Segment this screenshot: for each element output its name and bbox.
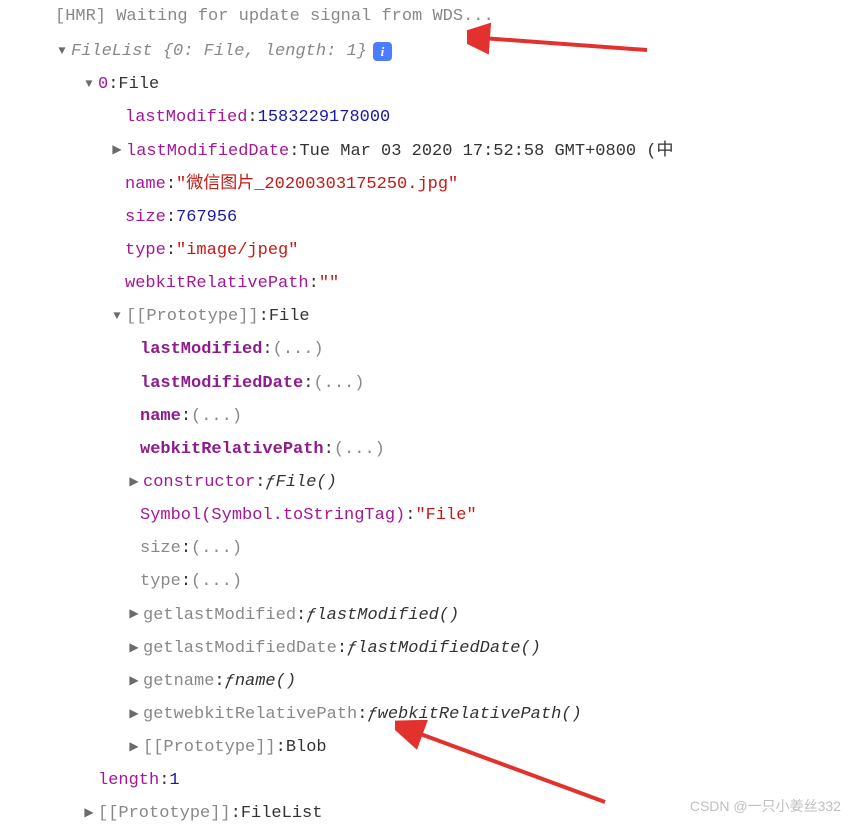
prop-value: File — [269, 300, 310, 333]
expand-toggle-right[interactable]: ▶ — [127, 736, 141, 759]
prop-lastmodifieddate[interactable]: ▶ lastModifiedDate: Tue Mar 03 2020 17:5… — [10, 135, 843, 168]
proto-constructor[interactable]: ▶ constructor: ƒ File() — [10, 466, 843, 499]
fn-f: ƒ — [306, 599, 316, 632]
prop-key: name — [140, 400, 181, 433]
getter-wrp[interactable]: ▶ get webkitRelativePath: ƒ webkitRelati… — [10, 698, 843, 731]
prop-value: Blob — [286, 731, 327, 764]
filelist-root[interactable]: ▼ FileList {0: File, length: 1} i — [10, 35, 843, 68]
prop-value: Tue Mar 03 2020 17:52:58 GMT+0800 (中 — [299, 135, 673, 168]
prop-key: [[Prototype]] — [98, 797, 231, 830]
prop-value: File — [118, 68, 159, 101]
prop-value: "" — [319, 267, 339, 300]
prototype-file[interactable]: ▼ [[Prototype]]: File — [10, 300, 843, 333]
expand-toggle-down[interactable]: ▼ — [55, 40, 69, 63]
fn-name: webkitRelativePath() — [378, 698, 582, 731]
prop-key: size — [140, 532, 181, 565]
expand-toggle-right[interactable]: ▶ — [127, 703, 141, 726]
getter-lastmodifieddate[interactable]: ▶ get lastModifiedDate: ƒ lastModifiedDa… — [10, 632, 843, 665]
prop-value: "微信图片_20200303175250.jpg" — [176, 168, 458, 201]
entry-0[interactable]: ▼ 0: File — [10, 68, 843, 101]
getter-ellipsis[interactable]: (...) — [334, 433, 385, 466]
prop-key: webkitRelativePath — [140, 433, 324, 466]
prop-value: 767956 — [176, 201, 237, 234]
prop-key: type — [125, 234, 166, 267]
get-label: get — [143, 665, 174, 698]
prop-key: lastModifiedDate — [174, 632, 337, 665]
proto-size[interactable]: size: (...) — [10, 532, 843, 565]
fn-name: lastModifiedDate() — [357, 632, 541, 665]
proto-symbol-tostringtag: Symbol(Symbol.toStringTag): "File" — [10, 499, 843, 532]
getter-ellipsis[interactable]: (...) — [191, 532, 242, 565]
prop-value: FileList — [241, 797, 323, 830]
info-icon[interactable]: i — [373, 42, 392, 61]
getter-name[interactable]: ▶ get name: ƒ name() — [10, 665, 843, 698]
fn-f: ƒ — [347, 632, 357, 665]
hmr-log-line: [HMR] Waiting for update signal from WDS… — [10, 0, 843, 33]
prop-key: size — [125, 201, 166, 234]
prop-webkitrelativepath: webkitRelativePath: "" — [10, 267, 843, 300]
prop-key: name — [174, 665, 215, 698]
getter-ellipsis[interactable]: (...) — [273, 333, 324, 366]
proto-name[interactable]: name: (...) — [10, 400, 843, 433]
prop-key: Symbol(Symbol.toStringTag) — [140, 499, 405, 532]
prop-key: 0 — [98, 68, 108, 101]
get-label: get — [143, 632, 174, 665]
prop-type: type: "image/jpeg" — [10, 234, 843, 267]
fn-name: name() — [235, 665, 296, 698]
fn-f: ƒ — [367, 698, 377, 731]
getter-ellipsis[interactable]: (...) — [313, 367, 364, 400]
prop-value: "File" — [415, 499, 476, 532]
prop-key: [[Prototype]] — [126, 300, 259, 333]
prototype-blob[interactable]: ▶ [[Prototype]]: Blob — [10, 731, 843, 764]
prop-key: name — [125, 168, 166, 201]
proto-lastmodified[interactable]: lastModified: (...) — [10, 333, 843, 366]
proto-type[interactable]: type: (...) — [10, 565, 843, 598]
expand-toggle-right[interactable]: ▶ — [127, 471, 141, 494]
prop-key: webkitRelativePath — [125, 267, 309, 300]
prop-key: lastModified — [140, 333, 262, 366]
filelist-summary: FileList {0: File, length: 1} — [71, 35, 367, 68]
prop-lastmodified: lastModified: 1583229178000 — [10, 101, 843, 134]
fn-name: lastModified() — [316, 599, 459, 632]
getter-ellipsis[interactable]: (...) — [191, 400, 242, 433]
expand-toggle-down[interactable]: ▼ — [82, 73, 96, 96]
prop-key: lastModified — [125, 101, 247, 134]
prop-key: lastModified — [174, 599, 296, 632]
prop-key: constructor — [143, 466, 255, 499]
expand-toggle-right[interactable]: ▶ — [127, 603, 141, 626]
proto-wrp[interactable]: webkitRelativePath: (...) — [10, 433, 843, 466]
expand-toggle-right[interactable]: ▶ — [127, 637, 141, 660]
prop-value: "image/jpeg" — [176, 234, 298, 267]
prop-key: lastModifiedDate — [126, 135, 289, 168]
get-label: get — [143, 698, 174, 731]
prop-value: 1583229178000 — [258, 101, 391, 134]
expand-toggle-right[interactable]: ▶ — [127, 670, 141, 693]
getter-ellipsis[interactable]: (...) — [191, 565, 242, 598]
fn-name: File() — [276, 466, 337, 499]
expand-toggle-down[interactable]: ▼ — [110, 305, 124, 328]
expand-toggle-right[interactable]: ▶ — [110, 139, 124, 162]
prop-key: webkitRelativePath — [174, 698, 358, 731]
prop-key: type — [140, 565, 181, 598]
prop-key: length — [98, 764, 159, 797]
proto-lastmodifieddate[interactable]: lastModifiedDate: (...) — [10, 367, 843, 400]
fn-f: ƒ — [225, 665, 235, 698]
prop-name: name: "微信图片_20200303175250.jpg" — [10, 168, 843, 201]
watermark: CSDN @一只小姜丝332 — [690, 793, 841, 820]
get-label: get — [143, 599, 174, 632]
fn-f: ƒ — [265, 466, 275, 499]
prop-size: size: 767956 — [10, 201, 843, 234]
expand-toggle-right[interactable]: ▶ — [82, 802, 96, 825]
prop-value: 1 — [169, 764, 179, 797]
getter-lastmodified[interactable]: ▶ get lastModified: ƒ lastModified() — [10, 599, 843, 632]
prop-key: lastModifiedDate — [140, 367, 303, 400]
prop-key: [[Prototype]] — [143, 731, 276, 764]
